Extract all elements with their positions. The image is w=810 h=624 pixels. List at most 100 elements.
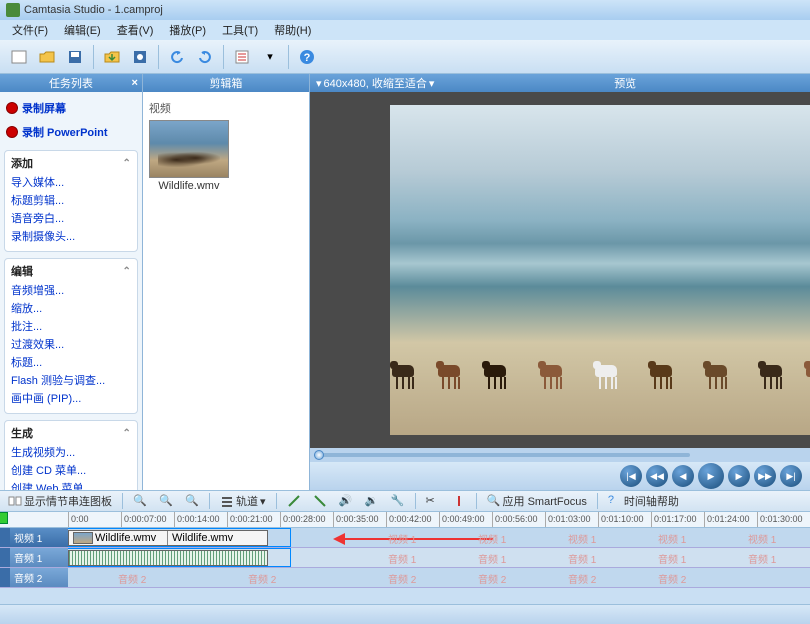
storyboard-button[interactable]: 显示情节串连图板 — [4, 492, 116, 510]
preview-header: ▾ 640x480, 收缩至适合 ▾ 预览 — [310, 74, 810, 92]
task-panel-close-icon[interactable]: × — [131, 77, 137, 89]
create-cd-menu-link[interactable]: 创建 CD 菜单... — [11, 461, 131, 479]
pip-link[interactable]: 画中画 (PIP)... — [11, 389, 131, 407]
transitions-link[interactable]: 过渡效果... — [11, 335, 131, 353]
clip-item[interactable]: Wildlife.wmv — [149, 120, 229, 192]
cut-button[interactable]: ✂ — [422, 493, 444, 509]
audio-enhance-link[interactable]: 音频增强... — [11, 281, 131, 299]
scissors-icon: ✂ — [426, 494, 440, 508]
tracks-label: 轨道 — [236, 493, 258, 509]
timeline-ruler[interactable]: 0:00 0:00:07:00 0:00:14:00 0:00:21:00 0:… — [0, 512, 810, 528]
audio-track-body[interactable]: 音频 1 音频 1 音频 1 音频 1 音频 1 — [68, 548, 810, 567]
fade-out-button[interactable] — [309, 493, 331, 509]
split-button[interactable] — [448, 493, 470, 509]
audio-up-button[interactable]: 🔊 — [335, 493, 357, 509]
preview-stage[interactable] — [310, 92, 810, 448]
title-clip-link[interactable]: 标题剪辑... — [11, 191, 131, 209]
produce-button[interactable] — [127, 44, 153, 70]
app-icon — [6, 3, 20, 17]
rewind-button[interactable]: ◀◀ — [646, 465, 668, 487]
main-toolbar: ▾ ? — [0, 40, 810, 74]
ghost-label: 视频 1 — [388, 531, 416, 546]
ghost-label: 音频 1 — [388, 551, 416, 566]
open-button[interactable] — [34, 44, 60, 70]
collapse-icon[interactable]: ⌃ — [123, 158, 131, 169]
clip-name: Wildlife.wmv — [149, 180, 229, 192]
import-media-link[interactable]: 导入媒体... — [11, 173, 131, 191]
zoom-dropdown[interactable]: ▾ 640x480, 收缩至适合 ▾ — [310, 75, 440, 91]
import-button[interactable] — [99, 44, 125, 70]
clip-bin-body[interactable]: 视频 Wildlife.wmv — [143, 92, 309, 490]
record-ppt-button[interactable]: 录制 PowerPoint — [4, 120, 138, 144]
track-label-video1[interactable]: 视频 1 — [10, 528, 68, 547]
ruler-tick: 0:00:28:00 — [280, 512, 333, 527]
playback-controls: |◀ ◀◀ ◀ ▶ ▶ ▶▶ ▶| — [310, 462, 810, 490]
create-web-menu-link[interactable]: 创建 Web 菜单... — [11, 479, 131, 490]
menu-play[interactable]: 播放(P) — [161, 20, 214, 40]
new-project-button[interactable] — [6, 44, 32, 70]
save-button[interactable] — [62, 44, 88, 70]
task-panel-title: 任务列表 — [49, 75, 93, 91]
voice-narration-link[interactable]: 语音旁白... — [11, 209, 131, 227]
track-lock[interactable] — [0, 568, 10, 587]
callouts-link[interactable]: 批注... — [11, 317, 131, 335]
redo-button[interactable] — [192, 44, 218, 70]
timeline-clip[interactable]: Wildlife.wmv Wildlife.wmv — [68, 530, 268, 546]
produce-video-link[interactable]: 生成视频为... — [11, 443, 131, 461]
menu-tools[interactable]: 工具(T) — [214, 20, 266, 40]
help-icon: ? — [608, 494, 622, 508]
playhead[interactable] — [0, 512, 8, 524]
tracks-icon — [220, 494, 234, 508]
tracks-dropdown[interactable]: 轨道 ▾ — [216, 492, 270, 510]
separator — [276, 493, 277, 509]
step-back-button[interactable]: ◀ — [672, 465, 694, 487]
ghost-label: 音频 1 — [748, 551, 776, 566]
svg-text:?: ? — [304, 52, 311, 64]
timeline-audio-clip[interactable] — [68, 550, 268, 566]
track-label-audio1[interactable]: 音频 1 — [10, 548, 68, 567]
ruler-tick: 0:00:07:00 — [121, 512, 174, 527]
menu-help[interactable]: 帮助(H) — [266, 20, 319, 40]
scrubber-thumb[interactable] — [314, 450, 324, 460]
next-clip-button[interactable]: ▶| — [780, 465, 802, 487]
collapse-icon[interactable]: ⌃ — [123, 266, 131, 277]
prev-clip-button[interactable]: |◀ — [620, 465, 642, 487]
zoom-link[interactable]: 缩放... — [11, 299, 131, 317]
undo-button[interactable] — [164, 44, 190, 70]
play-button[interactable]: ▶ — [698, 463, 724, 489]
zoom-in-button[interactable]: 🔍 — [129, 493, 151, 509]
track-label-audio2[interactable]: 音频 2 — [10, 568, 68, 587]
smartfocus-button[interactable]: 🔍应用 SmartFocus — [483, 492, 591, 510]
ghost-label: 音频 2 — [568, 571, 596, 586]
replace-audio-button[interactable]: 🔧 — [387, 493, 409, 509]
menu-edit[interactable]: 编辑(E) — [56, 20, 109, 40]
menu-bar: 文件(F) 编辑(E) 查看(V) 播放(P) 工具(T) 帮助(H) — [0, 20, 810, 40]
track-lock[interactable] — [0, 528, 10, 547]
timeline-help-label: 时间轴帮助 — [624, 493, 679, 509]
help-button[interactable]: ? — [294, 44, 320, 70]
waveform — [69, 551, 267, 565]
options-dropdown[interactable]: ▾ — [257, 44, 283, 70]
timeline-help-button[interactable]: ?时间轴帮助 — [604, 492, 683, 510]
captions-link[interactable]: 标题... — [11, 353, 131, 371]
zoom-out-button[interactable]: 🔍 — [155, 493, 177, 509]
menu-file[interactable]: 文件(F) — [4, 20, 56, 40]
audio-down-button[interactable]: 🔉 — [361, 493, 383, 509]
record-screen-button[interactable]: 录制屏幕 — [4, 96, 138, 120]
preview-scrubber[interactable] — [310, 448, 810, 462]
collapse-icon[interactable]: ⌃ — [123, 428, 131, 439]
task-panel-header: 任务列表 × — [0, 74, 142, 92]
task-group-title: 生成 — [11, 425, 33, 441]
track-lock[interactable] — [0, 548, 10, 567]
flash-quiz-link[interactable]: Flash 测验与调查... — [11, 371, 131, 389]
fade-in-button[interactable] — [283, 493, 305, 509]
forward-button[interactable]: ▶▶ — [754, 465, 776, 487]
record-camera-link[interactable]: 录制摄像头... — [11, 227, 131, 245]
video-track-body[interactable]: Wildlife.wmv Wildlife.wmv 视频 1 视频 1 视频 1… — [68, 528, 810, 547]
ghost-label: 音频 1 — [568, 551, 596, 566]
audio-track-body-2[interactable]: 音频 2 音频 2 音频 2 音频 2 音频 2 音频 2 — [68, 568, 810, 587]
step-fwd-button[interactable]: ▶ — [728, 465, 750, 487]
menu-view[interactable]: 查看(V) — [109, 20, 162, 40]
zoom-fit-button[interactable]: 🔍 — [181, 493, 203, 509]
options-button[interactable] — [229, 44, 255, 70]
